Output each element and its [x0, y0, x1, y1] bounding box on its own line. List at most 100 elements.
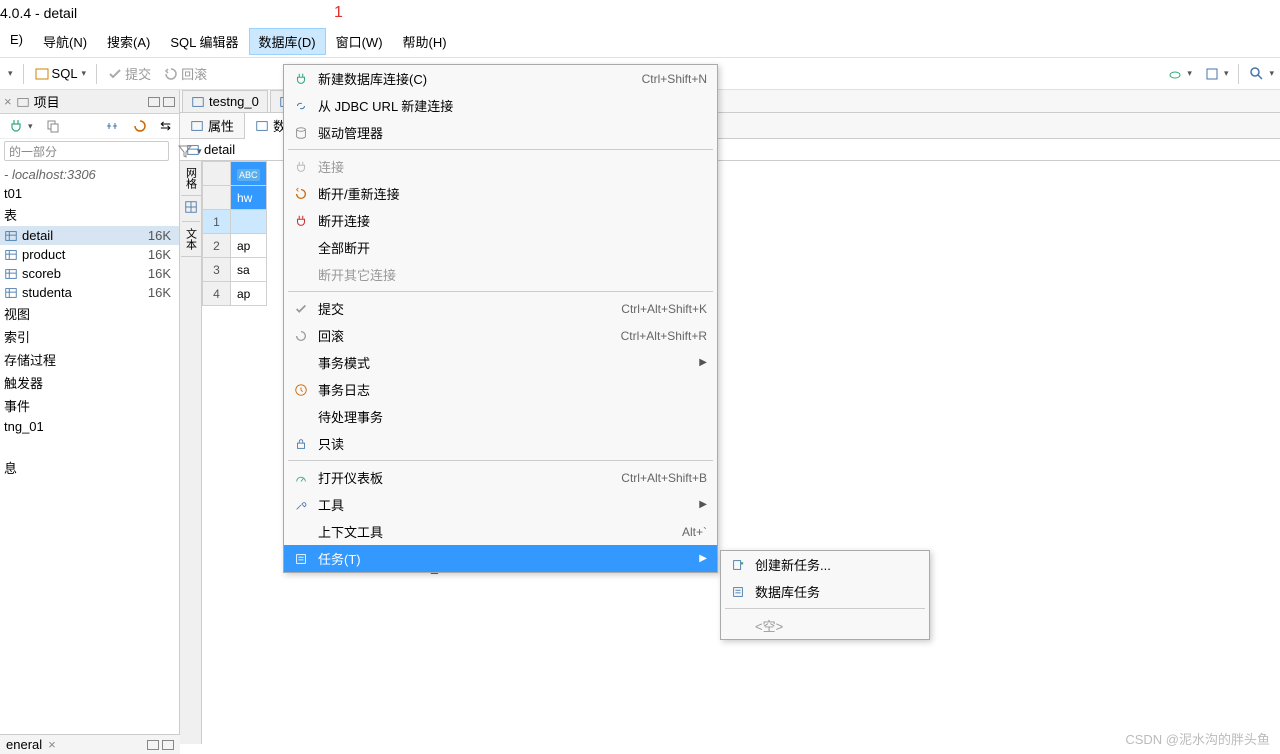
tree-node[interactable]: product16K: [0, 245, 179, 264]
row-number[interactable]: 1: [203, 210, 231, 234]
commit-button[interactable]: 提交: [103, 62, 155, 85]
tree-node[interactable]: 存储过程: [0, 348, 179, 371]
menu-item-label: 新建数据库连接(C): [318, 69, 614, 88]
submenu-arrow-icon: ▶: [699, 357, 707, 368]
menu-item[interactable]: 窗口(W): [326, 28, 393, 55]
cell[interactable]: sa: [231, 258, 267, 282]
menu-item[interactable]: 断开连接: [284, 207, 717, 234]
table-icon: [186, 143, 200, 157]
submenu-arrow-icon: ▶: [699, 553, 707, 564]
toolbar-task-button[interactable]: ▾: [1200, 64, 1233, 84]
menu-item[interactable]: SQL 编辑器: [160, 28, 248, 55]
menu-item[interactable]: 待处理事务: [284, 403, 717, 430]
tasks-submenu[interactable]: 创建新任务...数据库任务<空>: [720, 550, 930, 640]
toolbar-button[interactable]: ▾: [2, 66, 17, 81]
editor-tab[interactable]: testng_0: [182, 90, 268, 112]
database-menu[interactable]: 新建数据库连接(C)Ctrl+Shift+N从 JDBC URL 新建连接驱动管…: [283, 64, 718, 573]
cell[interactable]: ap: [231, 234, 267, 258]
panel-controls[interactable]: [147, 740, 174, 750]
filter-row: ▾: [0, 139, 179, 163]
menu-item: 连接: [284, 153, 717, 180]
menu-item-label: 任务(T): [318, 549, 683, 568]
menu-item[interactable]: 回滚Ctrl+Alt+Shift+R: [284, 322, 717, 349]
menu-item[interactable]: 打开仪表板Ctrl+Alt+Shift+B: [284, 464, 717, 491]
tab-label: testng_0: [209, 94, 259, 109]
link-button[interactable]: [100, 116, 124, 136]
tree-node[interactable]: 事件: [0, 394, 179, 417]
column-header[interactable]: ABC: [231, 162, 267, 186]
row-number[interactable]: 3: [203, 258, 231, 282]
result-table[interactable]: ABC hw 12ap3sa4ap: [202, 161, 267, 306]
menu-item[interactable]: 工具▶: [284, 491, 717, 518]
close-icon[interactable]: ×: [48, 737, 56, 752]
tree-node[interactable]: 视图: [0, 302, 179, 325]
panel-controls[interactable]: [148, 97, 175, 107]
menu-item[interactable]: 数据库任务: [721, 578, 929, 605]
tree-node[interactable]: 触发器: [0, 371, 179, 394]
toolbar-search-button[interactable]: ▾: [1245, 64, 1278, 84]
menu-item[interactable]: 只读: [284, 430, 717, 457]
tree-node[interactable]: detail16K: [0, 226, 179, 245]
row-number[interactable]: 4: [203, 282, 231, 306]
menu-item[interactable]: 上下文工具Alt+`: [284, 518, 717, 545]
new-conn-button[interactable]: ▾: [4, 116, 37, 136]
corner-cell-2[interactable]: [203, 186, 231, 210]
menu-item[interactable]: 事务模式▶: [284, 349, 717, 376]
tree-node[interactable]: studenta16K: [0, 283, 179, 302]
filter-input[interactable]: [4, 141, 169, 161]
sidebar: × 项目 ▾ ⇆ ▾ - localhost:3306 t01表detail16…: [0, 90, 180, 744]
cell[interactable]: ap: [231, 282, 267, 306]
text-view-tab[interactable]: 文本: [181, 222, 201, 257]
table-row[interactable]: 4ap: [203, 282, 267, 306]
rollback-button[interactable]: 回滚: [159, 62, 211, 85]
collapse-button[interactable]: ⇆: [156, 116, 175, 136]
tree-node[interactable]: 索引: [0, 325, 179, 348]
grid-view-tab[interactable]: 网格: [181, 161, 201, 196]
toolbar-cloud-button[interactable]: ▾: [1163, 64, 1196, 84]
menu-item[interactable]: 帮助(H): [393, 28, 457, 55]
menu-item[interactable]: 创建新任务...: [721, 551, 929, 578]
tree-node[interactable]: t01: [0, 184, 179, 203]
bottom-panel-tab[interactable]: eneral ×: [0, 734, 180, 754]
window-title: 4.0.4 - detail: [0, 0, 1280, 26]
menu-item[interactable]: 驱动管理器: [284, 119, 717, 146]
table-row[interactable]: 2ap: [203, 234, 267, 258]
tree-node[interactable]: 息: [0, 456, 179, 479]
connection-node[interactable]: - localhost:3306: [0, 165, 179, 184]
menu-item[interactable]: E): [0, 28, 33, 55]
tree-node[interactable]: tng_01: [0, 417, 179, 436]
navigator-tree[interactable]: - localhost:3306 t01表detail16Kproduct16K…: [0, 163, 179, 481]
cell[interactable]: [231, 210, 267, 234]
menu-item[interactable]: 全部断开: [284, 234, 717, 261]
menu-item[interactable]: 从 JDBC URL 新建连接: [284, 92, 717, 119]
menu-item[interactable]: 任务(T) ▶: [284, 545, 717, 572]
column-name[interactable]: hw: [231, 186, 267, 210]
tree-node[interactable]: scoreb16K: [0, 264, 179, 283]
breadcrumb-table[interactable]: detail: [204, 142, 235, 157]
sub-tab[interactable]: 属性: [180, 113, 245, 138]
tree-node[interactable]: 表: [0, 203, 179, 226]
menu-item[interactable]: 导航(N): [33, 28, 97, 55]
grid-view-icon[interactable]: [182, 196, 200, 222]
table-row[interactable]: 3sa: [203, 258, 267, 282]
menu-item-label: 上下文工具: [318, 522, 654, 541]
menu-item[interactable]: 提交Ctrl+Alt+Shift+K: [284, 295, 717, 322]
menu-item[interactable]: 数据库(D): [249, 28, 326, 55]
menu-item-label: 创建新任务...: [755, 555, 919, 574]
type-badge: ABC: [237, 169, 260, 181]
row-number[interactable]: 2: [203, 234, 231, 258]
menu-item[interactable]: 搜索(A): [97, 28, 160, 55]
table-row[interactable]: 1: [203, 210, 267, 234]
corner-cell[interactable]: [203, 162, 231, 186]
menu-item[interactable]: 事务日志: [284, 376, 717, 403]
menu-item[interactable]: 新建数据库连接(C)Ctrl+Shift+N: [284, 65, 717, 92]
menubar: E)导航(N)搜索(A)SQL 编辑器数据库(D)窗口(W)帮助(H): [0, 26, 1280, 58]
close-icon[interactable]: ×: [4, 94, 12, 109]
menu-item[interactable]: 断开/重新连接: [284, 180, 717, 207]
table-icon: [4, 248, 18, 262]
rollback-label: 回滚: [181, 64, 207, 83]
copy-button[interactable]: [41, 116, 65, 136]
refresh-button[interactable]: [128, 116, 152, 136]
menu-item-icon: [292, 437, 310, 451]
sql-button[interactable]: SQL ▾: [30, 64, 91, 84]
